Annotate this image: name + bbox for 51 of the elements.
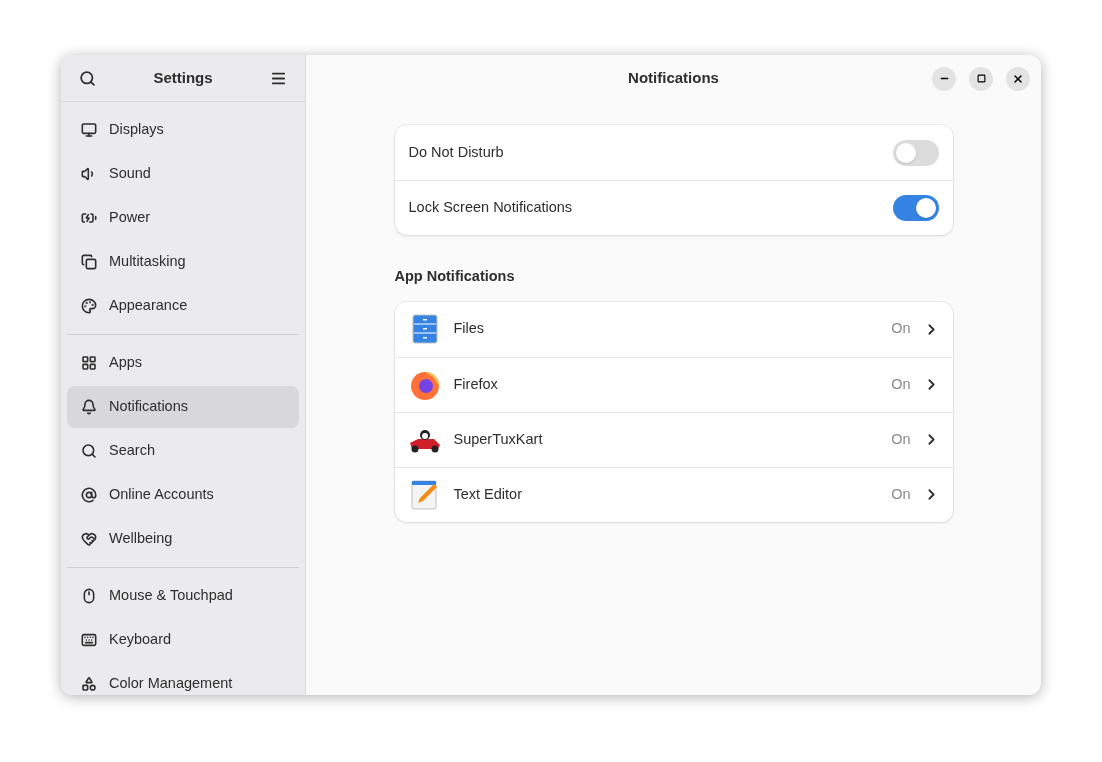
- app-status: On: [891, 429, 911, 449]
- sidebar-item[interactable]: Power: [67, 197, 299, 239]
- maximize-icon: [976, 74, 986, 83]
- shapes-icon: [81, 676, 97, 692]
- app-row[interactable]: Files On: [394, 301, 953, 357]
- at-sign-icon: [81, 487, 97, 503]
- sidebar-item[interactable]: Displays: [67, 109, 299, 151]
- app-name: Files: [453, 319, 486, 339]
- windows-icon: [81, 254, 97, 270]
- close-button[interactable]: [1006, 66, 1030, 91]
- keyboard-icon: [81, 632, 97, 648]
- sidebar-item[interactable]: Multitasking: [67, 241, 299, 283]
- setting-label: Do Not Disturb: [408, 142, 504, 162]
- mouse-icon: [81, 588, 97, 604]
- sidebar-item[interactable]: Sound: [67, 153, 299, 195]
- close-icon: [1012, 72, 1024, 85]
- sidebar-item[interactable]: Search: [67, 430, 299, 472]
- app-status: On: [891, 319, 911, 339]
- battery-icon: [81, 210, 97, 226]
- section-heading: App Notifications: [394, 267, 516, 286]
- grid-icon: [81, 355, 97, 371]
- window-title: Notifications: [628, 68, 719, 89]
- app-status: On: [891, 484, 911, 504]
- app-name: Text Editor: [453, 484, 523, 504]
- app-status: On: [891, 374, 911, 394]
- app-name: Firefox: [453, 374, 499, 394]
- sidebar-item[interactable]: Mouse & Touchpad: [67, 575, 299, 617]
- sidebar-item[interactable]: Notifications: [67, 386, 299, 428]
- sidebar-item[interactable]: Apps: [67, 342, 299, 384]
- toggle-switch[interactable]: [892, 195, 939, 221]
- sidebar-item[interactable]: Online Accounts: [67, 474, 299, 516]
- notepad-pencil-icon: [410, 479, 439, 510]
- palette-icon: [81, 298, 97, 314]
- sidebar-item[interactable]: Appearance: [67, 285, 299, 327]
- toggle-switch[interactable]: [892, 139, 939, 166]
- heart-hands-icon: [81, 531, 97, 547]
- sidebar-item[interactable]: Color Management: [67, 663, 299, 695]
- maximize-button[interactable]: [969, 66, 993, 91]
- app-row[interactable]: Firefox On: [394, 356, 953, 412]
- app-row[interactable]: SuperTuxKart On: [394, 411, 953, 467]
- sidebar-item[interactable]: Wellbeing: [67, 518, 299, 560]
- app-row[interactable]: Text Editor On: [394, 466, 953, 522]
- search-icon: [79, 69, 96, 87]
- app-name: SuperTuxKart: [453, 429, 544, 449]
- monitor-icon: [81, 122, 97, 138]
- sidebar-title: Settings: [153, 67, 213, 88]
- search-icon: [81, 443, 97, 459]
- file-cabinet-icon: [411, 314, 438, 345]
- sidebar-item[interactable]: Keyboard: [67, 619, 299, 661]
- bell-icon: [81, 399, 97, 415]
- setting-label: Lock Screen Notifications: [408, 198, 573, 218]
